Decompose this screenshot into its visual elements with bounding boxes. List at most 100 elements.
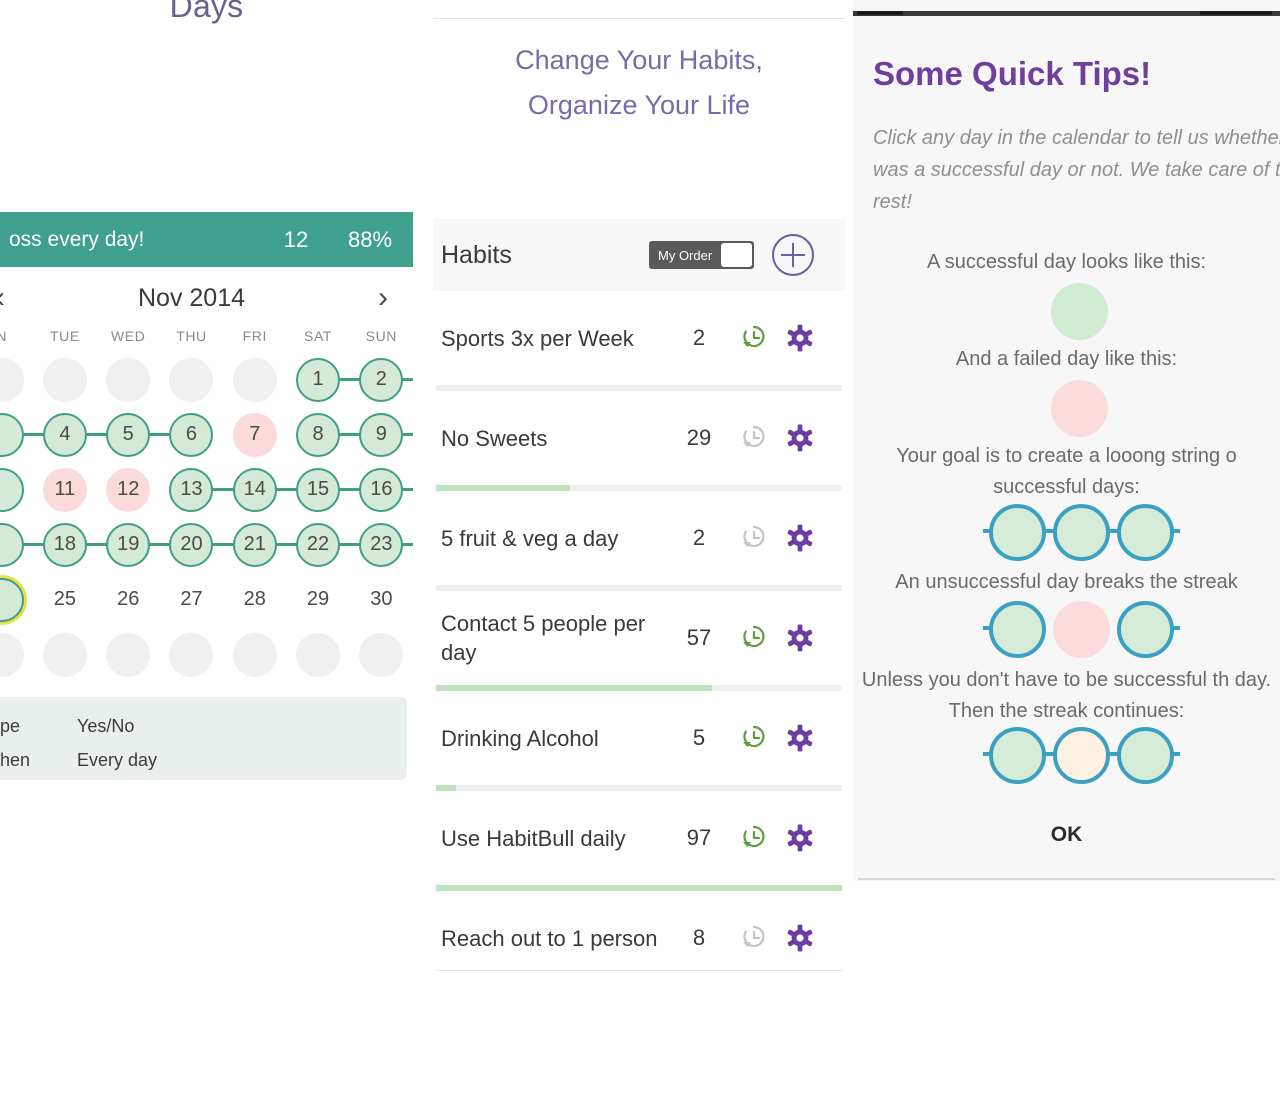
calendar-cell[interactable]: 21 [223, 522, 319, 567]
gear-icon[interactable] [777, 823, 823, 853]
calendar-cell[interactable]: 1 [286, 357, 382, 402]
calendar-cell[interactable]: 7 [223, 412, 286, 457]
calendar-cell[interactable]: 16 [350, 467, 413, 512]
day-disc-plain[interactable]: 29 [296, 578, 340, 622]
day-disc-ok[interactable]: 9 [359, 412, 404, 457]
gear-icon[interactable] [777, 523, 823, 553]
habit-row[interactable]: Drinking Alcohol 5 [433, 691, 845, 791]
day-disc-empty[interactable] [0, 632, 24, 677]
day-disc-ok[interactable]: 19 [106, 522, 151, 567]
day-disc-fail[interactable]: 12 [106, 467, 151, 512]
history-clock-icon[interactable] [731, 623, 777, 653]
history-clock-icon[interactable] [731, 723, 777, 753]
calendar-cell[interactable]: 12 [97, 467, 160, 512]
calendar-cell[interactable] [33, 632, 96, 677]
day-disc-ok[interactable]: 13 [169, 467, 214, 512]
habit-row[interactable]: No Sweets 29 [433, 391, 845, 491]
history-clock-icon[interactable] [731, 923, 777, 953]
day-disc-ok[interactable]: 21 [232, 522, 277, 567]
day-disc-empty[interactable] [106, 632, 151, 677]
calendar-cell[interactable] [286, 632, 349, 677]
history-clock-icon[interactable] [731, 423, 777, 453]
chevron-right-icon[interactable]: › [353, 283, 413, 313]
day-disc-plain[interactable]: 27 [169, 578, 213, 622]
day-disc-empty[interactable] [232, 632, 277, 677]
day-disc-ok[interactable]: 1 [296, 357, 341, 402]
day-disc-plain[interactable]: 25 [43, 578, 87, 622]
day-disc-empty[interactable] [169, 632, 214, 677]
calendar-cell[interactable] [0, 522, 66, 567]
gear-icon[interactable] [777, 623, 823, 653]
calendar-cell[interactable] [223, 632, 286, 677]
calendar-cell[interactable] [160, 632, 223, 677]
calendar-cell[interactable] [0, 412, 66, 457]
calendar-cell[interactable] [0, 577, 33, 622]
calendar-cell[interactable] [0, 357, 33, 402]
day-disc-empty[interactable] [106, 357, 151, 402]
calendar-cell[interactable] [97, 357, 160, 402]
day-disc-empty[interactable] [42, 357, 87, 402]
day-disc-empty[interactable] [169, 357, 214, 402]
gear-icon[interactable] [777, 423, 823, 453]
habit-row[interactable]: Contact 5 people per day 57 [433, 591, 845, 691]
history-clock-icon[interactable] [731, 523, 777, 553]
gear-icon[interactable] [777, 723, 823, 753]
day-disc-ok[interactable]: 5 [106, 412, 151, 457]
calendar-cell[interactable] [97, 632, 160, 677]
calendar-cell[interactable]: 4 [33, 412, 129, 457]
day-disc-ok[interactable]: 20 [169, 522, 214, 567]
day-disc-today[interactable] [0, 577, 24, 622]
gear-icon[interactable] [777, 323, 823, 353]
day-disc-empty[interactable] [0, 357, 24, 402]
plus-circle-icon[interactable] [772, 234, 814, 276]
day-disc-ok[interactable]: 15 [296, 467, 341, 512]
day-disc-ok[interactable]: 2 [359, 357, 404, 402]
calendar-cell[interactable] [350, 632, 413, 677]
calendar-cell[interactable]: 29 [286, 578, 349, 622]
my-order-toggle[interactable]: My Order [649, 241, 754, 269]
calendar-cell[interactable]: 18 [33, 522, 129, 567]
day-disc-ok[interactable] [0, 467, 24, 512]
ok-button[interactable]: OK [853, 823, 1280, 847]
calendar-cell[interactable]: 15 [286, 467, 382, 512]
calendar-cell[interactable]: 9 [350, 412, 413, 457]
calendar-cell[interactable] [0, 467, 33, 512]
day-disc-plain[interactable]: 26 [106, 578, 150, 622]
calendar-cell[interactable]: 5 [97, 412, 192, 457]
calendar-cell[interactable] [33, 357, 96, 402]
day-disc-ok[interactable]: 16 [359, 467, 404, 512]
day-disc-empty[interactable] [42, 632, 87, 677]
day-disc-ok[interactable]: 8 [296, 412, 341, 457]
calendar-cell[interactable] [0, 632, 33, 677]
calendar-cell[interactable] [160, 357, 223, 402]
day-disc-ok[interactable]: 14 [232, 467, 277, 512]
habit-row[interactable]: Reach out to 1 person 8 [433, 891, 845, 971]
history-clock-icon[interactable] [731, 823, 777, 853]
day-disc-plain[interactable]: 28 [233, 578, 277, 622]
calendar-cell[interactable]: 25 [33, 578, 96, 622]
day-disc-empty[interactable] [232, 357, 277, 402]
calendar-cell[interactable]: 2 [350, 357, 413, 402]
calendar-cell[interactable]: 11 [33, 467, 96, 512]
calendar-cell[interactable]: 23 [350, 522, 413, 567]
calendar-cell[interactable] [223, 357, 286, 402]
calendar-cell[interactable]: 6 [160, 412, 223, 457]
habit-row[interactable]: Use HabitBull daily 97 [433, 791, 845, 891]
day-disc-ok[interactable]: 6 [169, 412, 214, 457]
calendar-cell[interactable]: 26 [97, 578, 160, 622]
toggle-knob[interactable] [721, 243, 752, 267]
day-disc-ok[interactable] [0, 412, 24, 457]
day-disc-plain[interactable]: 30 [359, 578, 403, 622]
calendar-cell[interactable]: 27 [160, 578, 223, 622]
day-disc-ok[interactable]: 18 [42, 522, 87, 567]
day-disc-ok[interactable]: 23 [359, 522, 404, 567]
day-disc-fail[interactable]: 7 [232, 412, 277, 457]
day-disc-ok[interactable]: 22 [296, 522, 341, 567]
day-disc-ok[interactable] [0, 522, 24, 567]
gear-icon[interactable] [777, 923, 823, 953]
day-disc-empty[interactable] [296, 632, 341, 677]
calendar-cell[interactable]: 14 [223, 467, 319, 512]
habit-row[interactable]: 5 fruit & veg a day 2 [433, 491, 845, 591]
day-disc-empty[interactable] [359, 632, 404, 677]
calendar-cell[interactable]: 8 [286, 412, 382, 457]
